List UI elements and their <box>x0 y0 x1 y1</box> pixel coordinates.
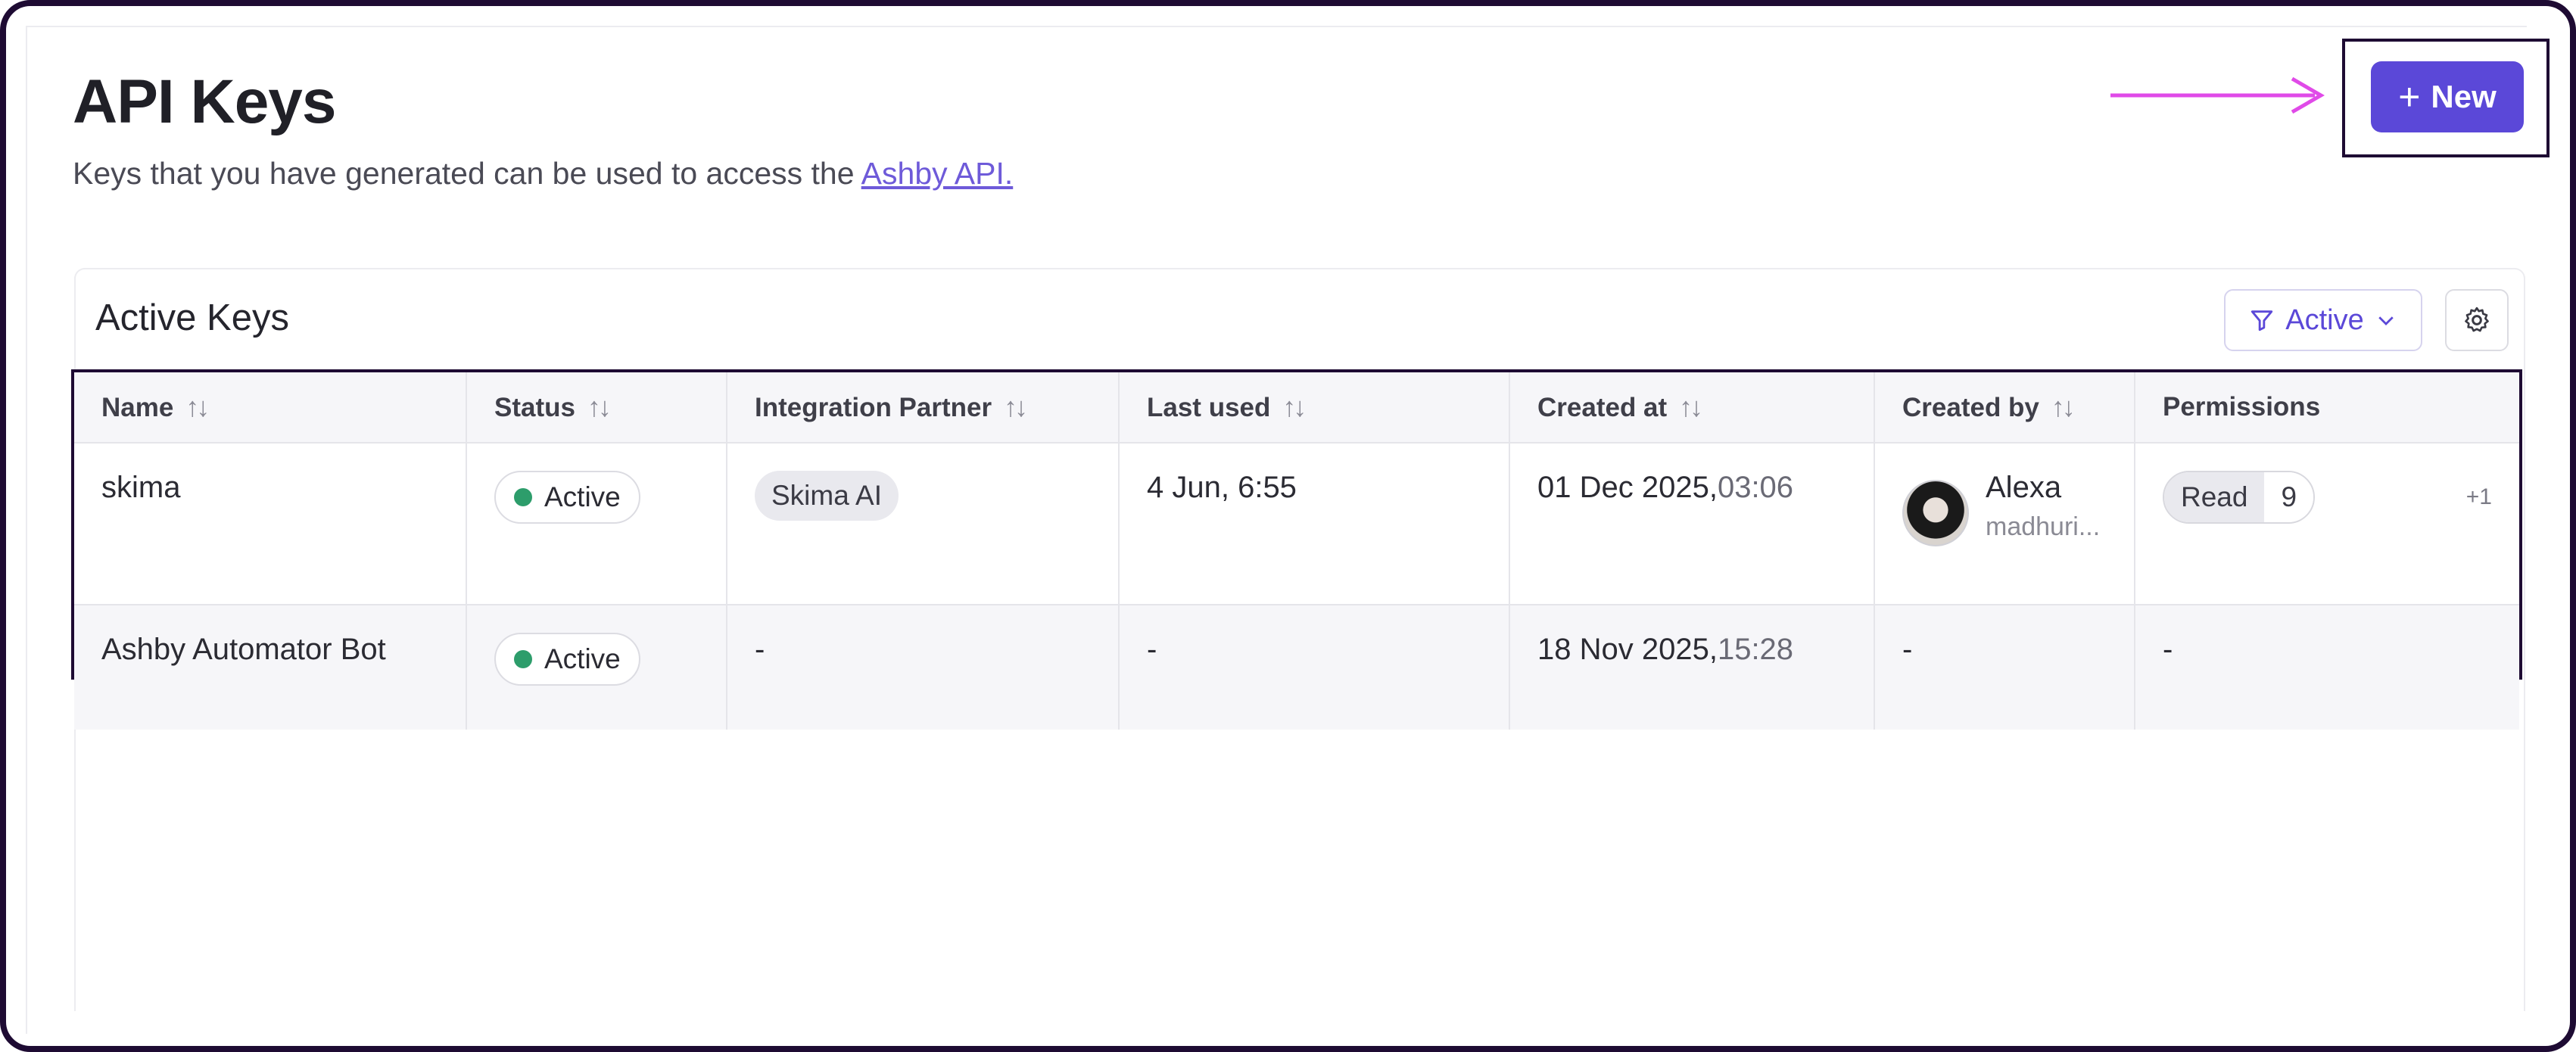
plus-icon: + <box>2398 76 2421 118</box>
sort-icon[interactable]: ↑↓ <box>1679 391 1703 422</box>
created-date: 01 Dec 2025, <box>1537 471 1718 504</box>
status-dot-icon <box>514 488 532 506</box>
status-label: Active <box>544 643 621 674</box>
page-title: API Keys <box>73 67 337 136</box>
cell-last-used: - <box>1119 605 1510 730</box>
column-header-status[interactable]: Status ↑↓ <box>466 372 727 444</box>
cell-permissions: - <box>2135 605 2519 730</box>
permission-badge[interactable]: Read 9 <box>2163 471 2316 524</box>
cell-status: Active <box>466 605 727 730</box>
column-label: Status <box>494 393 575 422</box>
new-button-label: New <box>2431 79 2497 114</box>
column-header-created-at[interactable]: Created at ↑↓ <box>1509 372 1875 444</box>
cell-created-by: - <box>1874 605 2135 730</box>
column-label: Name <box>101 393 174 422</box>
sort-icon[interactable]: ↑↓ <box>1004 391 1028 422</box>
new-api-key-button[interactable]: + New <box>2371 61 2524 132</box>
sort-icon[interactable]: ↑↓ <box>185 391 210 422</box>
status-filter-button[interactable]: Active <box>2224 289 2422 351</box>
table-row[interactable]: Ashby Automator Bot Active - - 18 Nov 20… <box>74 605 2519 730</box>
filter-label: Active <box>2285 303 2364 336</box>
status-badge: Active <box>494 471 640 524</box>
subtitle-text: Keys that you have generated can be used… <box>73 156 855 191</box>
cell-created-at: 01 Dec 2025,03:06 <box>1509 443 1875 605</box>
cell-name: skima <box>74 443 467 605</box>
column-label: Last used <box>1147 393 1271 422</box>
column-label: Created at <box>1537 393 1668 422</box>
permission-count: 9 <box>2264 472 2314 522</box>
status-dot-icon <box>514 650 532 668</box>
status-label: Active <box>544 481 621 512</box>
api-keys-table: Name ↑↓ Status ↑↓ Integration Partner ↑↓ La… <box>71 369 2522 730</box>
column-header-partner[interactable]: Integration Partner ↑↓ <box>727 372 1120 444</box>
column-header-permissions: Permissions <box>2135 372 2519 444</box>
more-permissions[interactable]: +1 <box>2466 484 2492 510</box>
column-header-created-by[interactable]: Created by ↑↓ <box>1874 372 2135 444</box>
cell-created-at: 18 Nov 2025,15:28 <box>1509 605 1875 730</box>
cell-partner: - <box>727 605 1120 730</box>
creator-name: Alexa <box>1986 471 2062 504</box>
card-title: Active Keys <box>95 297 289 338</box>
avatar <box>1902 480 1969 546</box>
page-subtitle: Keys that you have generated can be used… <box>73 156 1013 191</box>
column-label: Permissions <box>2163 392 2321 422</box>
creator-email: madhuri... <box>1986 512 2101 541</box>
cell-partner: Skima AI <box>727 443 1120 605</box>
column-header-name[interactable]: Name ↑↓ <box>74 372 467 444</box>
created-time: 03:06 <box>1717 471 1794 504</box>
column-label: Integration Partner <box>755 393 992 422</box>
cell-created-by: Alexa madhuri... <box>1874 443 2135 605</box>
cell-last-used: 4 Jun, 6:55 <box>1119 443 1510 605</box>
column-label: Created by <box>1902 393 2039 422</box>
table-header-row: Name ↑↓ Status ↑↓ Integration Partner ↑↓ La… <box>74 372 2519 444</box>
created-time: 15:28 <box>1717 633 1794 666</box>
window-frame: API Keys Keys that you have generated ca… <box>0 0 2576 1052</box>
gear-icon <box>2465 307 2489 332</box>
column-header-last-used[interactable]: Last used ↑↓ <box>1119 372 1510 444</box>
arrow-right-icon <box>2110 76 2325 114</box>
table-settings-button[interactable] <box>2445 289 2509 351</box>
sort-icon[interactable]: ↑↓ <box>2051 391 2076 422</box>
cell-name: Ashby Automator Bot <box>74 605 467 730</box>
sort-icon[interactable]: ↑↓ <box>587 391 612 422</box>
status-badge: Active <box>494 633 640 686</box>
partner-badge: Skima AI <box>755 471 899 521</box>
table-row[interactable]: skima Active Skima AI 4 Jun, 6:55 01 Dec… <box>74 443 2519 605</box>
chevron-down-icon <box>2378 316 2394 325</box>
cell-permissions: Read 9 +1 <box>2135 443 2519 605</box>
permission-label: Read <box>2164 472 2265 522</box>
ashby-api-link[interactable]: Ashby API. <box>861 156 1014 191</box>
cell-status: Active <box>466 443 727 605</box>
sort-icon[interactable]: ↑↓ <box>1282 391 1307 422</box>
filter-icon <box>2251 310 2273 331</box>
created-date: 18 Nov 2025, <box>1537 633 1718 666</box>
